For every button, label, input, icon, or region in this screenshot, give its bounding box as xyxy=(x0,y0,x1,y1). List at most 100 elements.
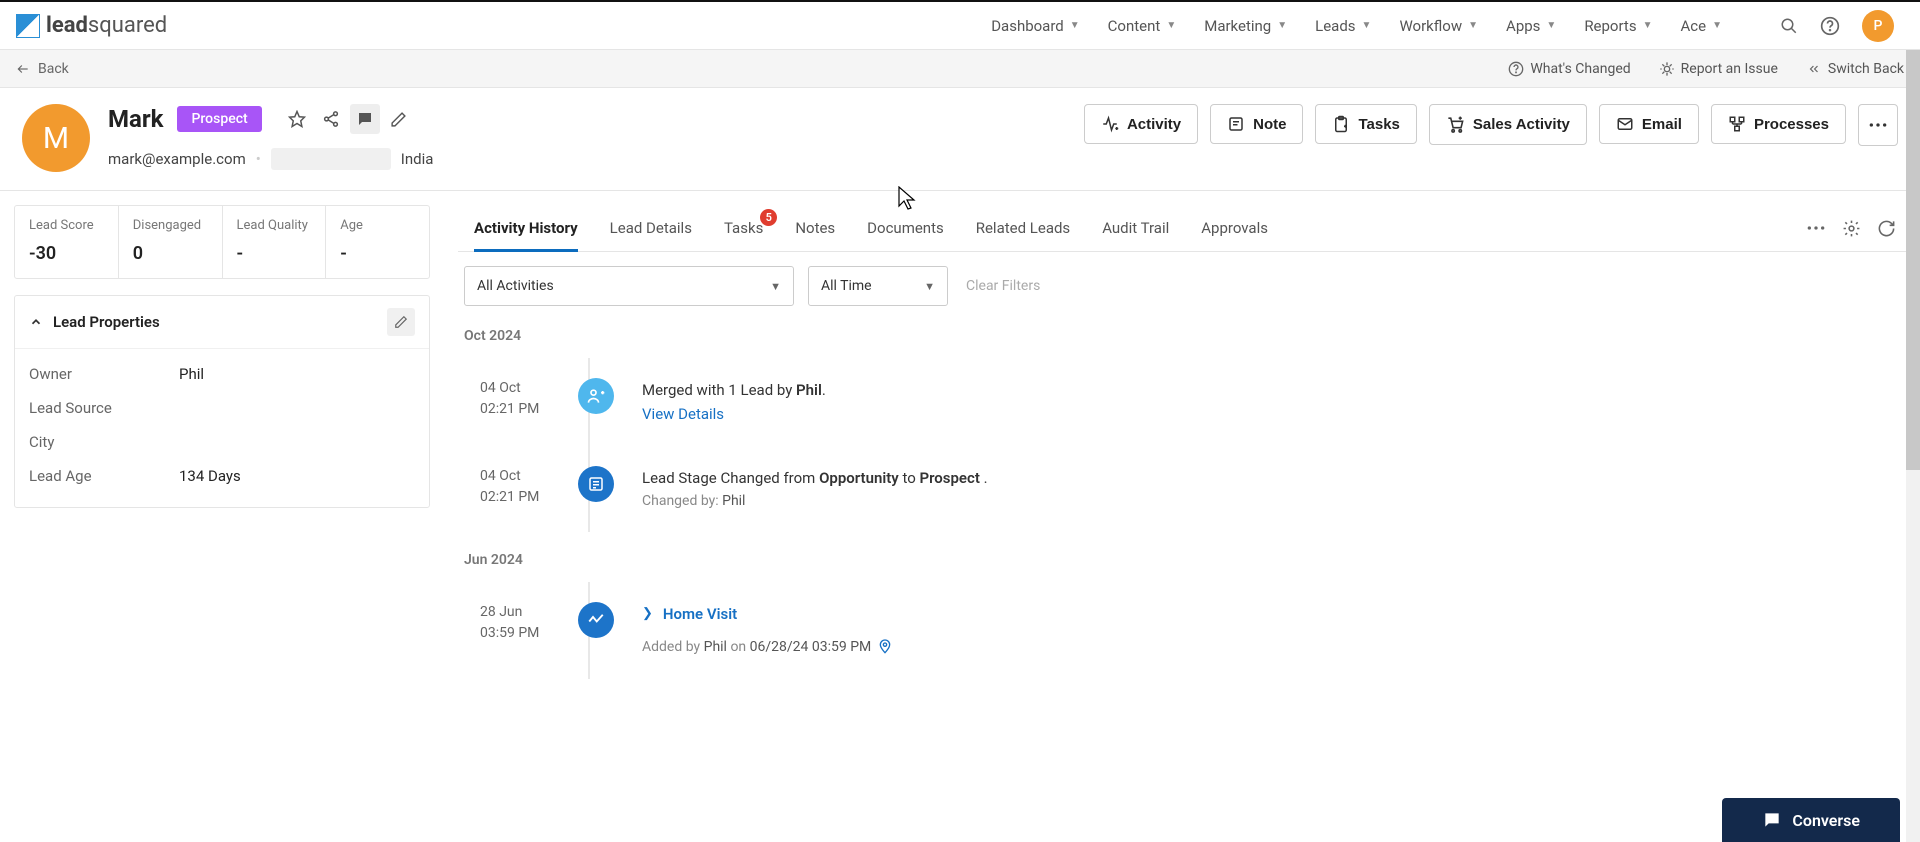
nav-content[interactable]: Content▼ xyxy=(1108,17,1177,35)
processes-button[interactable]: Processes xyxy=(1711,104,1846,144)
scrollbar[interactable] xyxy=(1906,50,1920,842)
stat-age: Age- xyxy=(326,206,429,278)
chevrons-left-icon xyxy=(1806,62,1822,76)
merge-icon xyxy=(578,378,614,414)
timeline-item-merge: 04 Oct02:21 PM Merged with 1 Lead by Phi… xyxy=(464,358,1900,446)
properties-title: Lead Properties xyxy=(53,313,160,331)
prop-city: City xyxy=(29,425,415,459)
activity-filters: All Activities▼ All Time▼ Clear Filters xyxy=(458,252,1906,320)
refresh-icon[interactable] xyxy=(1877,219,1896,238)
dots-icon xyxy=(1868,122,1888,128)
processes-icon xyxy=(1728,115,1746,133)
bug-icon xyxy=(1659,61,1675,77)
star-icon[interactable] xyxy=(282,104,312,134)
activity-title-link[interactable]: Home Visit xyxy=(663,602,737,626)
detail-tabs: Activity History Lead Details Tasks5 Not… xyxy=(458,205,1906,252)
caret-icon: ▼ xyxy=(770,280,781,293)
tasks-icon xyxy=(1332,115,1350,133)
converse-button[interactable]: Converse xyxy=(1722,798,1900,842)
info-icon xyxy=(1508,61,1524,77)
stage-badge: Prospect xyxy=(177,106,261,132)
caret-icon: ▼ xyxy=(1166,20,1176,31)
tasks-button[interactable]: Tasks xyxy=(1315,104,1416,144)
caret-icon: ▼ xyxy=(1070,20,1080,31)
more-actions-button[interactable] xyxy=(1858,104,1898,146)
logo-text: leadsquared xyxy=(46,13,167,38)
nav-leads[interactable]: Leads▼ xyxy=(1315,17,1371,35)
location-icon[interactable] xyxy=(877,639,893,655)
time-range-select[interactable]: All Time▼ xyxy=(808,266,948,306)
email-icon xyxy=(1616,115,1634,133)
stage-change-icon xyxy=(578,466,614,502)
prop-owner: OwnerPhil xyxy=(29,357,415,391)
tab-notes[interactable]: Notes xyxy=(795,205,835,251)
help-icon[interactable] xyxy=(1820,16,1840,36)
clear-filters-link[interactable]: Clear Filters xyxy=(966,278,1040,294)
whats-changed-link[interactable]: What's Changed xyxy=(1508,61,1630,77)
tab-documents[interactable]: Documents xyxy=(867,205,944,251)
gear-icon[interactable] xyxy=(1842,219,1861,238)
nav-workflow[interactable]: Workflow▼ xyxy=(1399,17,1478,35)
search-icon[interactable] xyxy=(1780,17,1798,35)
scrollbar-thumb[interactable] xyxy=(1906,50,1920,470)
back-button[interactable]: Back xyxy=(16,61,69,77)
switch-back-link[interactable]: Switch Back xyxy=(1806,61,1904,77)
activity-icon xyxy=(1101,115,1119,133)
lead-header: M Mark Prospect mark@example.com • India… xyxy=(0,88,1920,191)
lead-properties-card: Lead Properties OwnerPhil Lead Source Ci… xyxy=(14,295,430,508)
email-button[interactable]: Email xyxy=(1599,104,1699,144)
note-icon xyxy=(1227,115,1245,133)
sales-activity-button[interactable]: Sales Activity xyxy=(1429,104,1587,145)
tab-audit-trail[interactable]: Audit Trail xyxy=(1102,205,1169,251)
report-issue-link[interactable]: Report an Issue xyxy=(1659,61,1778,77)
visit-icon xyxy=(578,602,614,638)
tab-lead-details[interactable]: Lead Details xyxy=(610,205,692,251)
share-icon[interactable] xyxy=(316,104,346,134)
top-nav: leadsquared Dashboard▼ Content▼ Marketin… xyxy=(0,0,1920,50)
tasks-count-badge: 5 xyxy=(760,209,777,226)
stat-lead-quality: Lead Quality- xyxy=(223,206,327,278)
activity-type-select[interactable]: All Activities▼ xyxy=(464,266,794,306)
logo-icon xyxy=(16,14,40,38)
prop-lead-source: Lead Source xyxy=(29,391,415,425)
nav-ace[interactable]: Ace▼ xyxy=(1681,17,1723,35)
lead-email: mark@example.com xyxy=(108,150,246,168)
arrow-left-icon xyxy=(16,62,30,76)
timeline-item-home-visit: 28 Jun03:59 PM ❯ Home Visit Added by Phi… xyxy=(464,582,1900,678)
tab-more-icon[interactable] xyxy=(1806,225,1826,231)
expand-icon[interactable]: ❯ xyxy=(642,604,653,625)
user-avatar[interactable]: P xyxy=(1862,10,1894,42)
edit-properties-button[interactable] xyxy=(387,308,415,336)
caret-icon: ▼ xyxy=(1468,20,1478,31)
nav-apps[interactable]: Apps▼ xyxy=(1506,17,1556,35)
prop-lead-age: Lead Age134 Days xyxy=(29,459,415,493)
timeline-item-stage-change: 04 Oct02:21 PM Lead Stage Changed from O… xyxy=(464,446,1900,532)
edit-icon[interactable] xyxy=(384,104,414,134)
activity-button[interactable]: Activity xyxy=(1084,104,1198,144)
chevron-up-icon[interactable] xyxy=(29,315,43,329)
sub-bar: Back What's Changed Report an Issue Swit… xyxy=(0,50,1920,88)
chat-icon xyxy=(1762,810,1782,830)
tab-activity-history[interactable]: Activity History xyxy=(474,205,578,251)
tab-tasks[interactable]: Tasks5 xyxy=(724,205,763,251)
logo[interactable]: leadsquared xyxy=(16,13,167,38)
lead-stats: Lead Score-30 Disengaged0 Lead Quality- … xyxy=(14,205,430,279)
stat-disengaged: Disengaged0 xyxy=(119,206,223,278)
lead-country: India xyxy=(401,150,434,168)
nav-reports[interactable]: Reports▼ xyxy=(1584,17,1652,35)
stat-lead-score: Lead Score-30 xyxy=(15,206,119,278)
pencil-icon xyxy=(394,315,408,329)
tab-approvals[interactable]: Approvals xyxy=(1201,205,1268,251)
tab-related-leads[interactable]: Related Leads xyxy=(976,205,1070,251)
nav-marketing[interactable]: Marketing▼ xyxy=(1204,17,1287,35)
cart-icon xyxy=(1446,115,1465,134)
lead-phone-redacted xyxy=(271,148,391,170)
caret-icon: ▼ xyxy=(1643,20,1653,31)
nav-dashboard[interactable]: Dashboard▼ xyxy=(991,17,1079,35)
view-details-link[interactable]: View Details xyxy=(642,402,826,426)
note-button[interactable]: Note xyxy=(1210,104,1303,144)
timeline-month: Oct 2024 xyxy=(464,328,1900,344)
message-icon[interactable] xyxy=(350,104,380,134)
lead-avatar: M xyxy=(22,104,90,172)
timeline-month: Jun 2024 xyxy=(464,552,1900,568)
